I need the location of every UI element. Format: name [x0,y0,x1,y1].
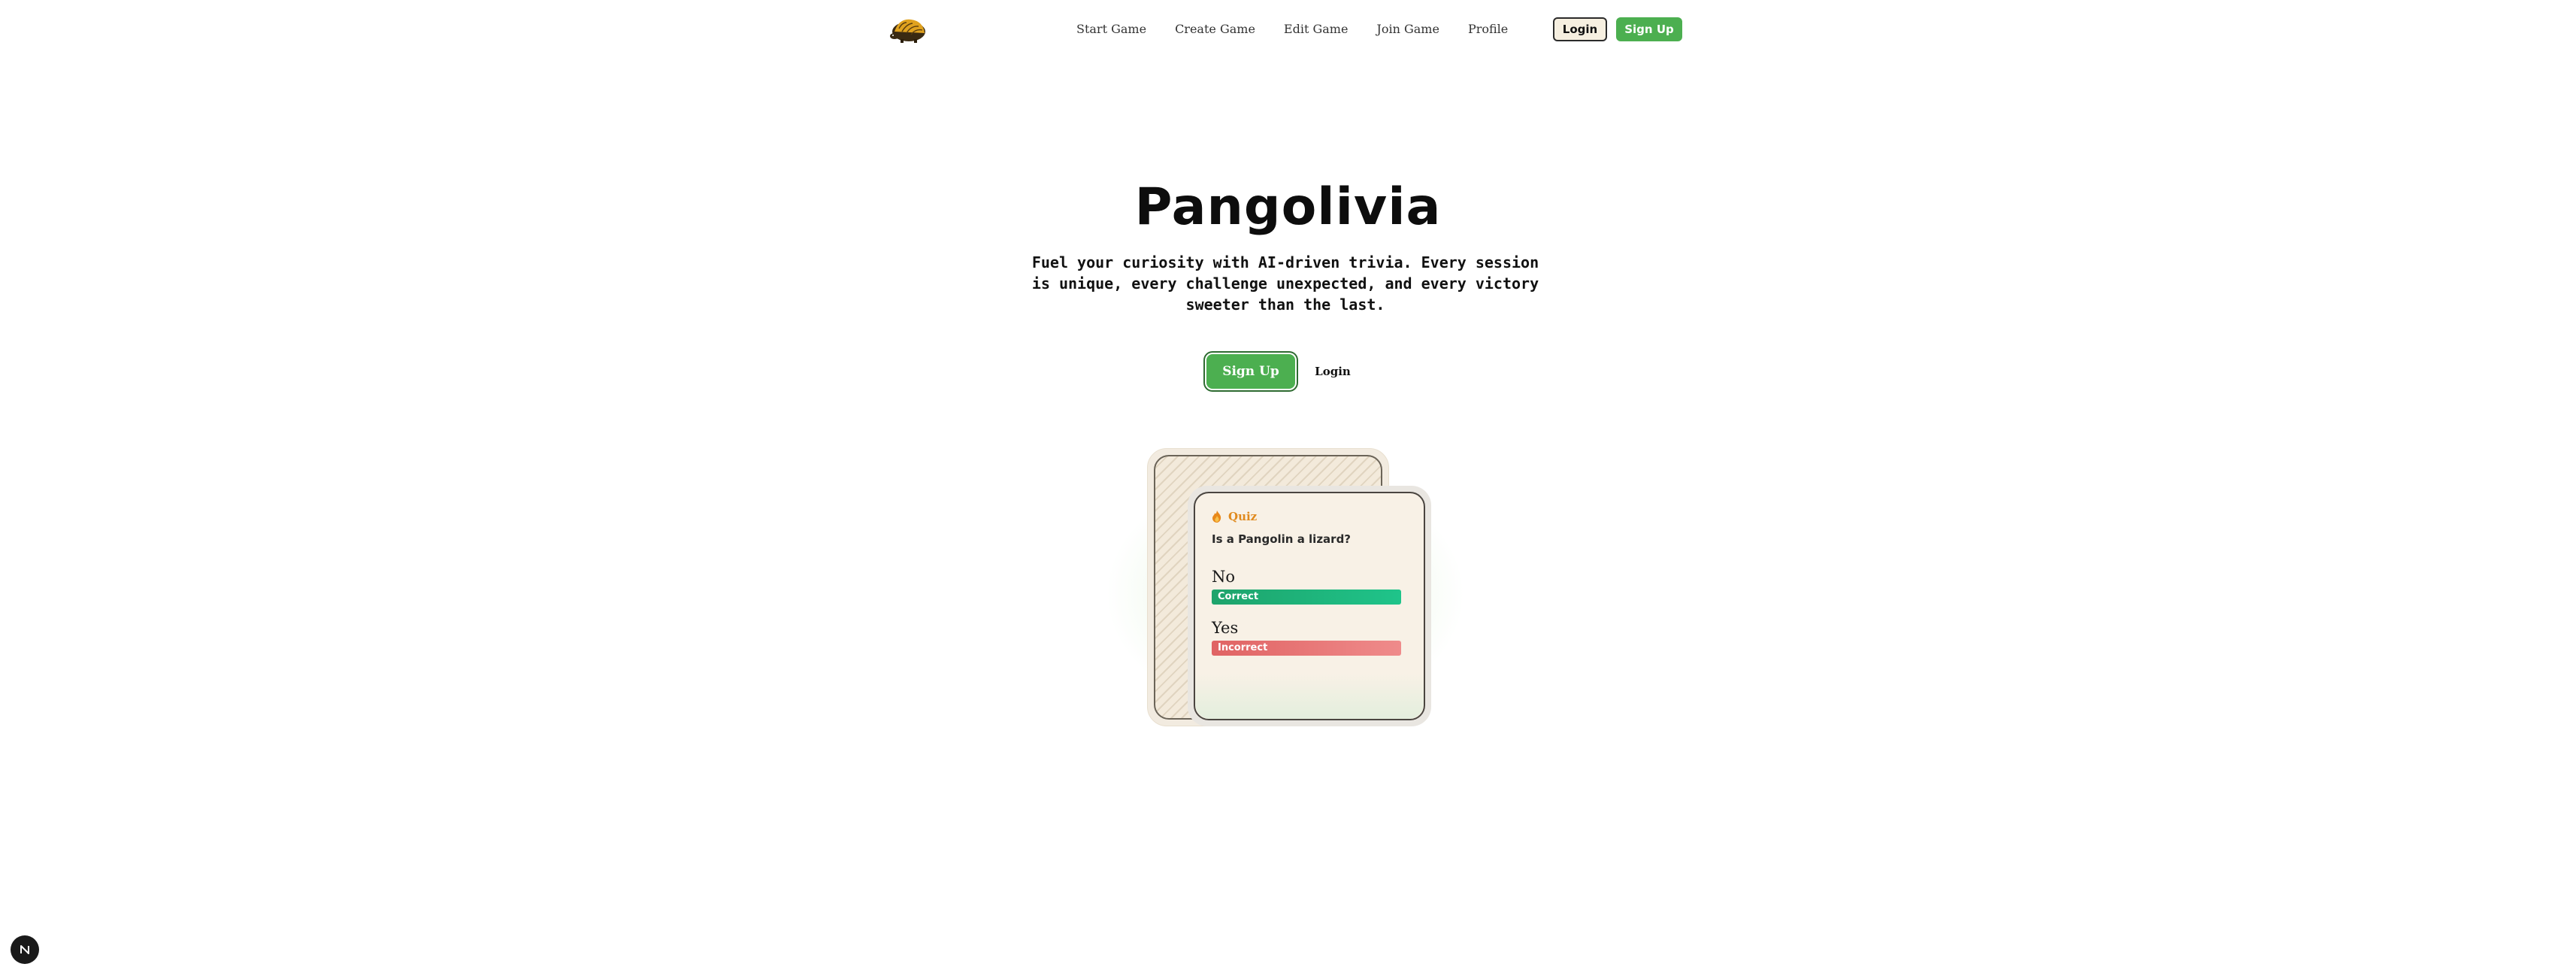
nav-links: Start Game Create Game Edit Game Join Ga… [1076,18,1536,41]
hero-signup-button[interactable]: Sign Up [1206,354,1295,389]
nav-login-button[interactable]: Login [1553,17,1607,41]
answer-label: No [1212,568,1236,586]
nav-profile[interactable]: Profile [1468,18,1508,41]
nav-create-game[interactable]: Create Game [1175,18,1255,41]
quiz-tag-label: Quiz [1228,510,1258,523]
top-nav: Start Game Create Game Edit Game Join Ga… [0,0,2576,59]
hero-title: Pangolivia [1134,177,1442,237]
answer-result-incorrect: Incorrect [1212,641,1401,656]
nav-join-game[interactable]: Join Game [1376,18,1439,41]
quiz-card: Quiz Is a Pangolin a lizard? No Correct … [1188,486,1431,726]
quiz-illustration: Quiz Is a Pangolin a lizard? No Correct … [1052,436,1518,752]
quiz-card-body: Quiz Is a Pangolin a lizard? No Correct … [1194,492,1425,720]
nextjs-dev-badge-icon[interactable] [11,935,39,964]
hero-login-link[interactable]: Login [1314,362,1352,381]
quiz-tag: Quiz [1212,510,1407,523]
quiz-question: Is a Pangolin a lizard? [1212,532,1352,546]
nav-start-game[interactable]: Start Game [1076,18,1146,41]
answer-result-correct: Correct [1212,590,1401,605]
hero-subtitle: Fuel your curiosity with AI-driven trivi… [1031,253,1539,314]
card-fade [1195,674,1424,719]
answer-label: Yes [1212,619,1239,637]
nav-edit-game[interactable]: Edit Game [1284,18,1349,41]
flame-icon [1212,510,1222,523]
pangolin-logo[interactable] [888,14,928,44]
nav-signup-button[interactable]: Sign Up [1616,17,1682,41]
